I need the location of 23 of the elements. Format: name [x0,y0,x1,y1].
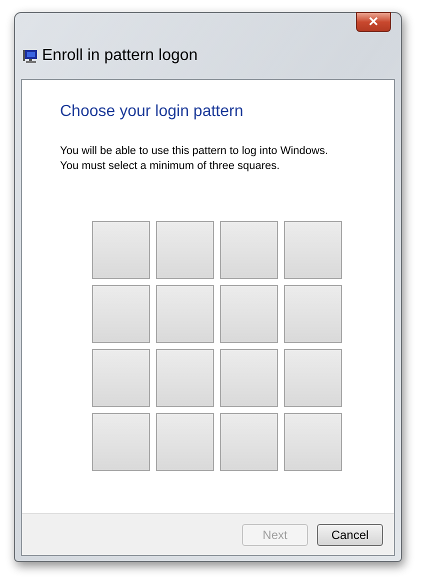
pattern-square[interactable] [156,221,214,279]
pattern-square[interactable] [92,285,150,343]
pattern-square[interactable] [284,221,342,279]
pattern-square[interactable] [284,413,342,471]
pattern-square[interactable] [220,413,278,471]
pattern-square[interactable] [284,285,342,343]
window-title: Enroll in pattern logon [42,46,198,66]
pattern-square[interactable] [156,349,214,407]
pattern-square[interactable] [284,349,342,407]
pattern-square[interactable] [220,285,278,343]
pattern-square[interactable] [92,349,150,407]
pattern-square[interactable] [220,349,278,407]
pattern-square[interactable] [156,413,214,471]
instruction-text: You must select a minimum of three squares. [60,159,281,174]
pattern-square[interactable] [220,221,278,279]
pattern-square[interactable] [156,285,214,343]
page-heading: Choose your login pattern [60,102,244,122]
pattern-square[interactable] [92,221,150,279]
dialog-button[interactable]: Cancel [317,524,383,546]
pattern-square[interactable] [92,413,150,471]
monitor-icon [22,48,38,64]
close-button[interactable]: ✕ [356,12,391,32]
instruction-text: You will be able to use this pattern to log into Windows. [60,144,330,159]
